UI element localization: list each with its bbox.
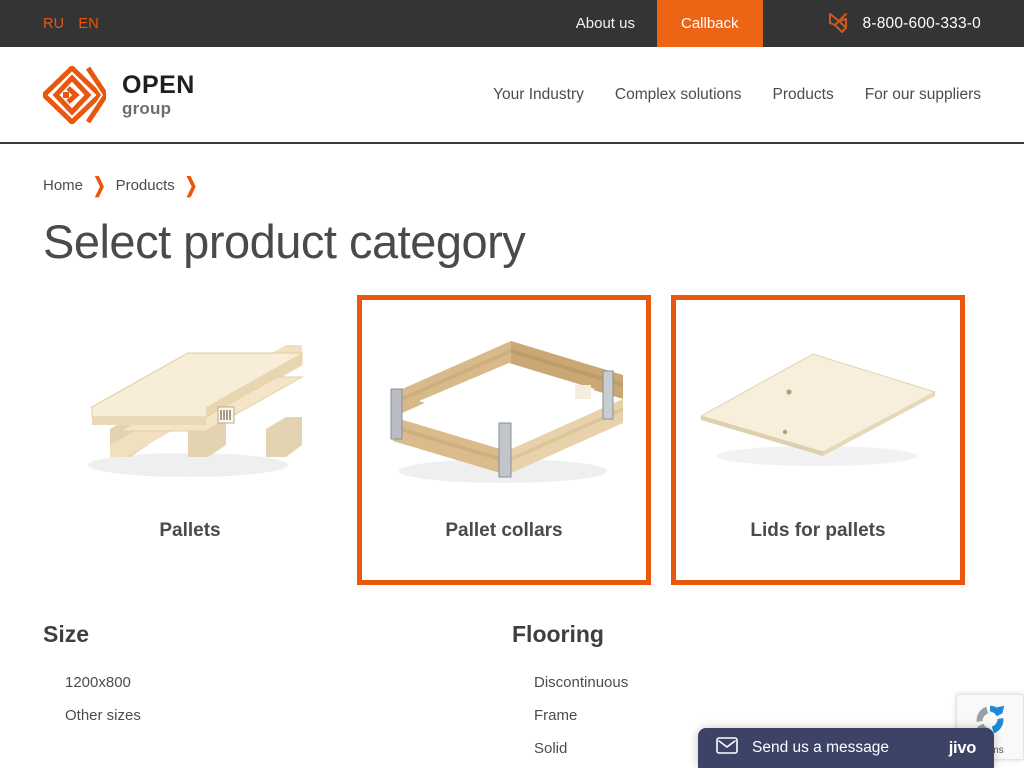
chevron-right-icon: ❯ xyxy=(184,174,198,198)
site-header: OPEN group Your Industry Complex solutio… xyxy=(0,47,1024,144)
category-card-pallet-collars[interactable]: Pallet collars xyxy=(357,295,651,585)
breadcrumb-item-products[interactable]: Products xyxy=(116,177,175,194)
callback-button[interactable]: Callback xyxy=(656,0,763,47)
main-content: Home ❯ Products ❯ Select product categor… xyxy=(0,144,1024,768)
filter-option[interactable]: Discontinuous xyxy=(534,674,981,691)
language-switcher: RU EN xyxy=(0,0,99,47)
phone-handset-icon xyxy=(825,11,851,37)
filter-group-title: Flooring xyxy=(512,621,604,647)
filter-option[interactable]: Other sizes xyxy=(65,707,512,724)
category-card-label: Pallet collars xyxy=(445,520,563,541)
pallet-lid-image xyxy=(676,300,960,520)
nav-item-complex-solutions[interactable]: Complex solutions xyxy=(615,86,742,104)
nav-item-your-industry[interactable]: Your Industry xyxy=(493,86,584,104)
page-title: Select product category xyxy=(43,215,526,268)
top-bar: RU EN About us Callback 8-800-600-333-0 xyxy=(0,0,1024,47)
category-card-lids-for-pallets[interactable]: Lids for pallets xyxy=(671,295,965,585)
nav-item-products[interactable]: Products xyxy=(773,86,834,104)
category-card-label: Pallets xyxy=(159,520,221,541)
chevron-right-icon: ❯ xyxy=(93,174,106,198)
envelope-icon xyxy=(716,737,738,759)
language-option-ru[interactable]: RU xyxy=(43,16,64,32)
logo-wordmark: OPEN group xyxy=(122,70,195,118)
product-category-cards: Pallets Pallet collars Lids for pallets xyxy=(43,295,981,585)
filter-option[interactable]: Frame xyxy=(534,707,981,724)
logo-subtitle: group xyxy=(122,98,172,118)
category-card-pallets[interactable]: Pallets xyxy=(43,295,337,585)
breadcrumb-item-home[interactable]: Home xyxy=(43,177,83,194)
logo-name: OPEN xyxy=(122,70,195,99)
chat-widget[interactable]: Send us a message jivo xyxy=(698,728,994,768)
filter-option[interactable]: 1200x800 xyxy=(65,674,512,691)
wooden-pallet-image xyxy=(48,300,332,520)
chat-widget-label: Send us a message xyxy=(752,739,890,756)
language-option-en[interactable]: EN xyxy=(78,16,99,32)
about-us-link[interactable]: About us xyxy=(554,0,657,47)
logo-link[interactable]: OPEN group xyxy=(43,65,195,124)
top-bar-spacer xyxy=(99,0,554,47)
breadcrumb: Home ❯ Products ❯ xyxy=(43,144,981,198)
pallet-collar-image xyxy=(362,300,646,520)
nav-item-for-our-suppliers[interactable]: For our suppliers xyxy=(865,86,981,104)
category-card-label: Lids for pallets xyxy=(750,520,886,541)
phone-block[interactable]: 8-800-600-333-0 xyxy=(763,0,1024,47)
phone-number[interactable]: 8-800-600-333-0 xyxy=(863,15,981,33)
open-group-diamond-logo-icon xyxy=(43,65,106,124)
filter-group-size: Size 1200x800 Other sizes xyxy=(43,621,512,768)
filter-options-size: 1200x800 Other sizes xyxy=(43,674,512,724)
main-navigation: Your Industry Complex solutions Products… xyxy=(493,86,981,104)
jivo-brand-logo: jivo xyxy=(948,738,977,757)
filter-group-title: Size xyxy=(43,621,90,647)
